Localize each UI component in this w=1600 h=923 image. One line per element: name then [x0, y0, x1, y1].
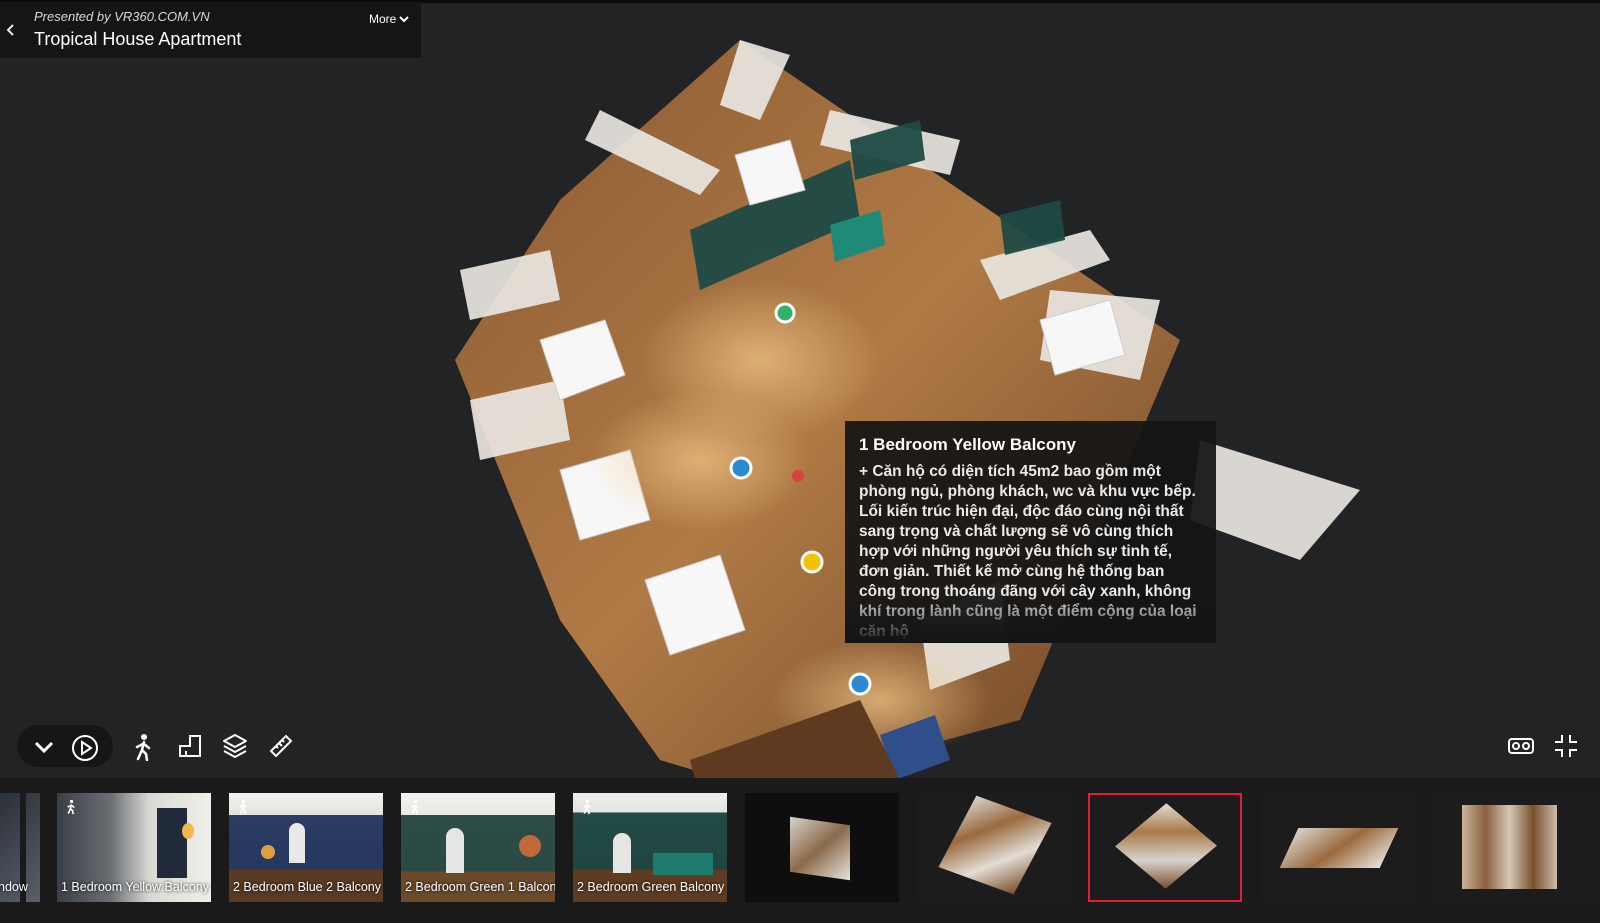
more-button[interactable]: More — [369, 12, 410, 26]
collapse-chevron-icon[interactable] — [30, 733, 58, 761]
room-info-tooltip: 1 Bedroom Yellow Balcony + Căn hộ có diệ… — [845, 421, 1216, 643]
thumb-caption: 1 Bedroom Yellow Balcony — [61, 880, 210, 894]
filmstrip-thumb-7[interactable] — [1088, 793, 1242, 902]
tooltip-fade — [845, 593, 1216, 643]
thumb-caption: 2 Bedroom Green Balcony — [577, 880, 725, 894]
walk-icon[interactable] — [128, 731, 158, 763]
filmstrip-thumb-6[interactable] — [917, 793, 1071, 902]
exit-fullscreen-icon[interactable] — [1551, 731, 1581, 761]
thumb-caption: 2 Bedroom Green 1 Balcon — [405, 880, 555, 894]
filmstrip-thumb-9[interactable] — [1432, 793, 1600, 902]
vr-headset-icon[interactable] — [1505, 733, 1537, 759]
measure-ruler-icon[interactable] — [266, 731, 296, 761]
filmstrip-thumb-0[interactable]: ndow — [0, 793, 40, 902]
filmstrip-thumb-5[interactable] — [745, 793, 899, 902]
back-chevron-icon[interactable] — [0, 2, 22, 58]
walk-icon — [583, 799, 591, 815]
layers-icon[interactable] — [220, 731, 250, 761]
walk-icon — [239, 799, 247, 815]
play-icon[interactable] — [70, 733, 100, 763]
filmstrip-thumb-3[interactable]: 2 Bedroom Green 1 Balcon — [401, 793, 555, 902]
more-button-label: More — [369, 12, 397, 26]
filmstrip-thumb-4[interactable]: 2 Bedroom Green Balcony — [573, 793, 727, 902]
walk-icon — [411, 799, 419, 815]
walk-icon — [67, 799, 75, 815]
floorplan-icon[interactable] — [175, 731, 205, 761]
chevron-down-icon — [399, 16, 410, 23]
tooltip-title: 1 Bedroom Yellow Balcony — [859, 435, 1076, 454]
presented-by-label: Presented by VR360.COM.VN — [34, 9, 210, 24]
thumb-caption: ndow — [0, 880, 28, 894]
tour-title: Tropical House Apartment — [34, 29, 242, 49]
filmstrip-thumb-2[interactable]: 2 Bedroom Blue 2 Balcony — [229, 793, 383, 902]
title-panel: Presented by VR360.COM.VN Tropical House… — [0, 2, 421, 58]
filmstrip-thumb-1[interactable]: 1 Bedroom Yellow Balcony — [57, 793, 211, 902]
filmstrip-thumb-8[interactable] — [1261, 793, 1415, 902]
thumb-caption: 2 Bedroom Blue 2 Balcony — [233, 880, 382, 894]
